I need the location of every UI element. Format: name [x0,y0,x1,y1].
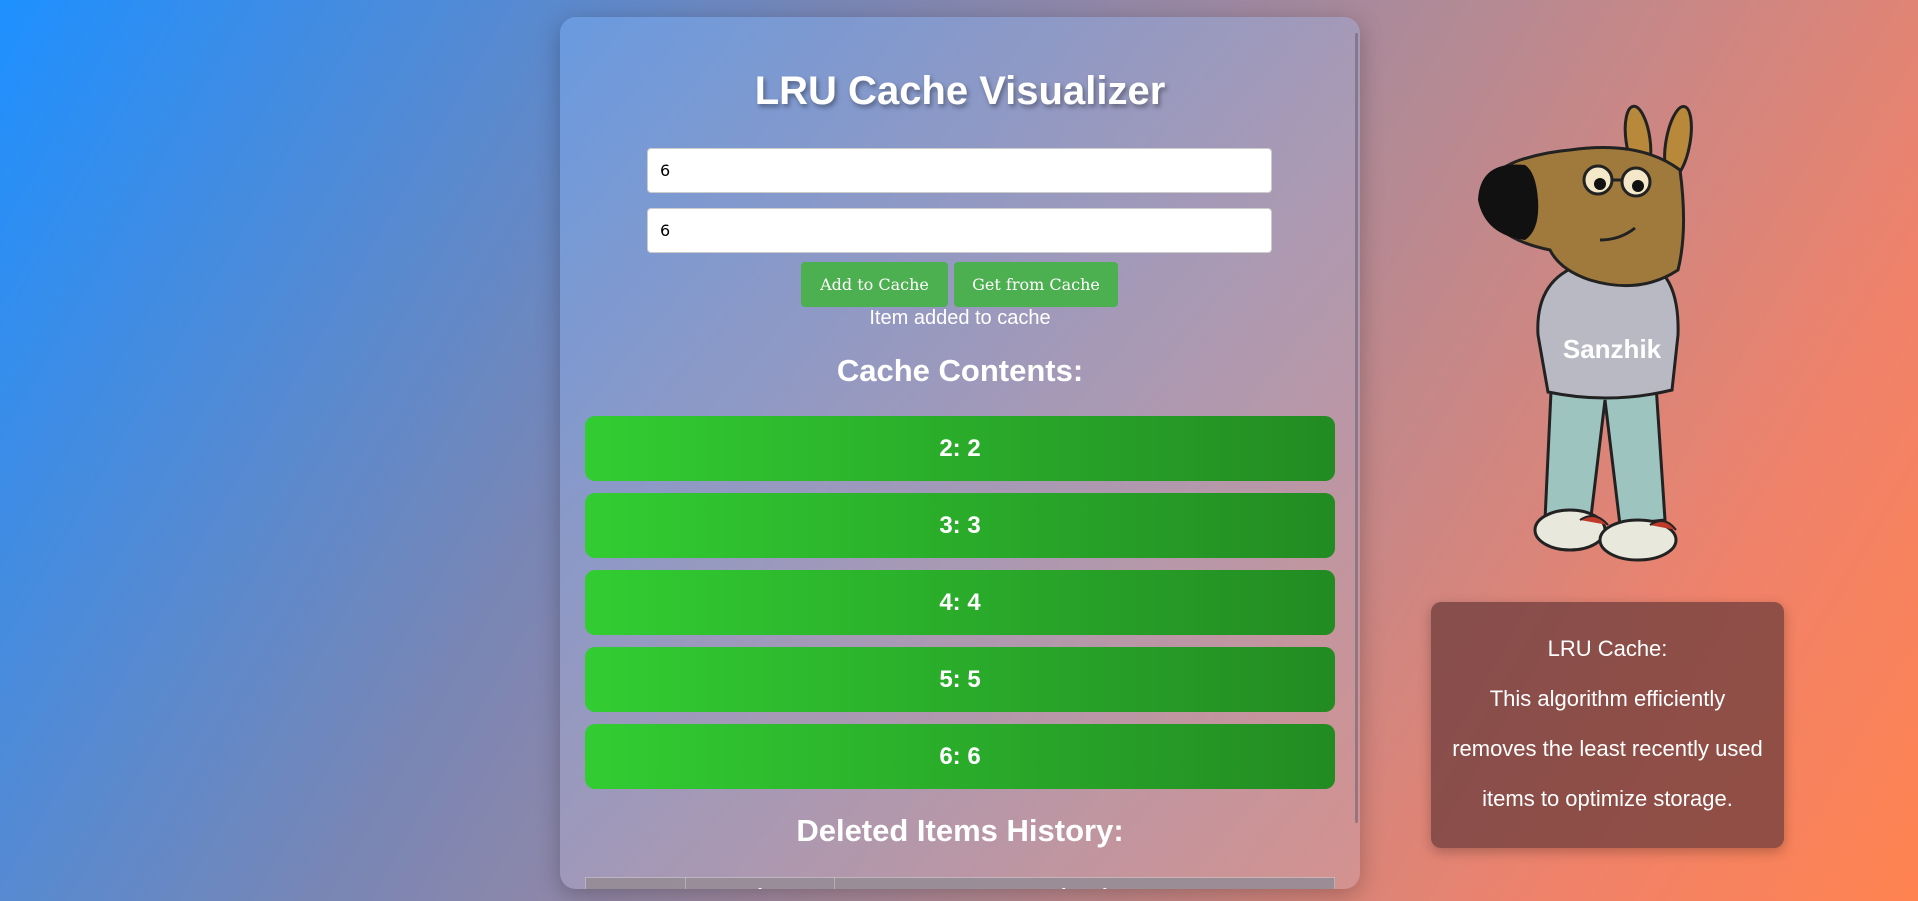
panel-scrollbar[interactable] [1355,33,1358,823]
info-line: items to optimize storage. [1482,786,1733,811]
deleted-history-heading: Deleted Items History: [796,813,1124,848]
deleted-history-table: Key Value Deleted At [585,877,1335,889]
info-title: LRU Cache: [1547,636,1668,661]
column-header-deleted-at: Deleted At [834,877,1335,889]
status-message: Item added to cache [869,307,1051,329]
value-input[interactable] [647,208,1272,253]
page-title: LRU Cache Visualizer [754,69,1166,113]
add-to-cache-button[interactable]: Add to Cache [801,262,948,307]
cache-contents-heading: Cache Contents: [836,353,1084,388]
cache-items-list: 2: 2 3: 3 4: 4 5: 5 6: 6 [585,416,1335,801]
cache-item: 3: 3 [585,493,1335,558]
column-header-key: Key [585,877,686,889]
column-header-value: Value [685,877,835,889]
get-from-cache-button[interactable]: Get from Cache [954,262,1118,307]
cache-item: 6: 6 [585,724,1335,789]
mascot-name-label: Sanzhik [1563,334,1662,364]
visualizer-panel: LRU Cache Visualizer Add to Cache Get fr… [560,17,1360,889]
key-input[interactable] [647,148,1272,193]
cache-item: 5: 5 [585,647,1335,712]
cartoon-dog-mascot-icon: Sanzhik [1478,104,1693,562]
cache-item: 4: 4 [585,570,1335,635]
info-line: removes the least recently used [1452,736,1763,761]
cache-item: 2: 2 [585,416,1335,481]
info-line: This algorithm efficiently [1489,686,1726,711]
algorithm-info-card: LRU Cache: This algorithm efficiently re… [1431,602,1784,848]
